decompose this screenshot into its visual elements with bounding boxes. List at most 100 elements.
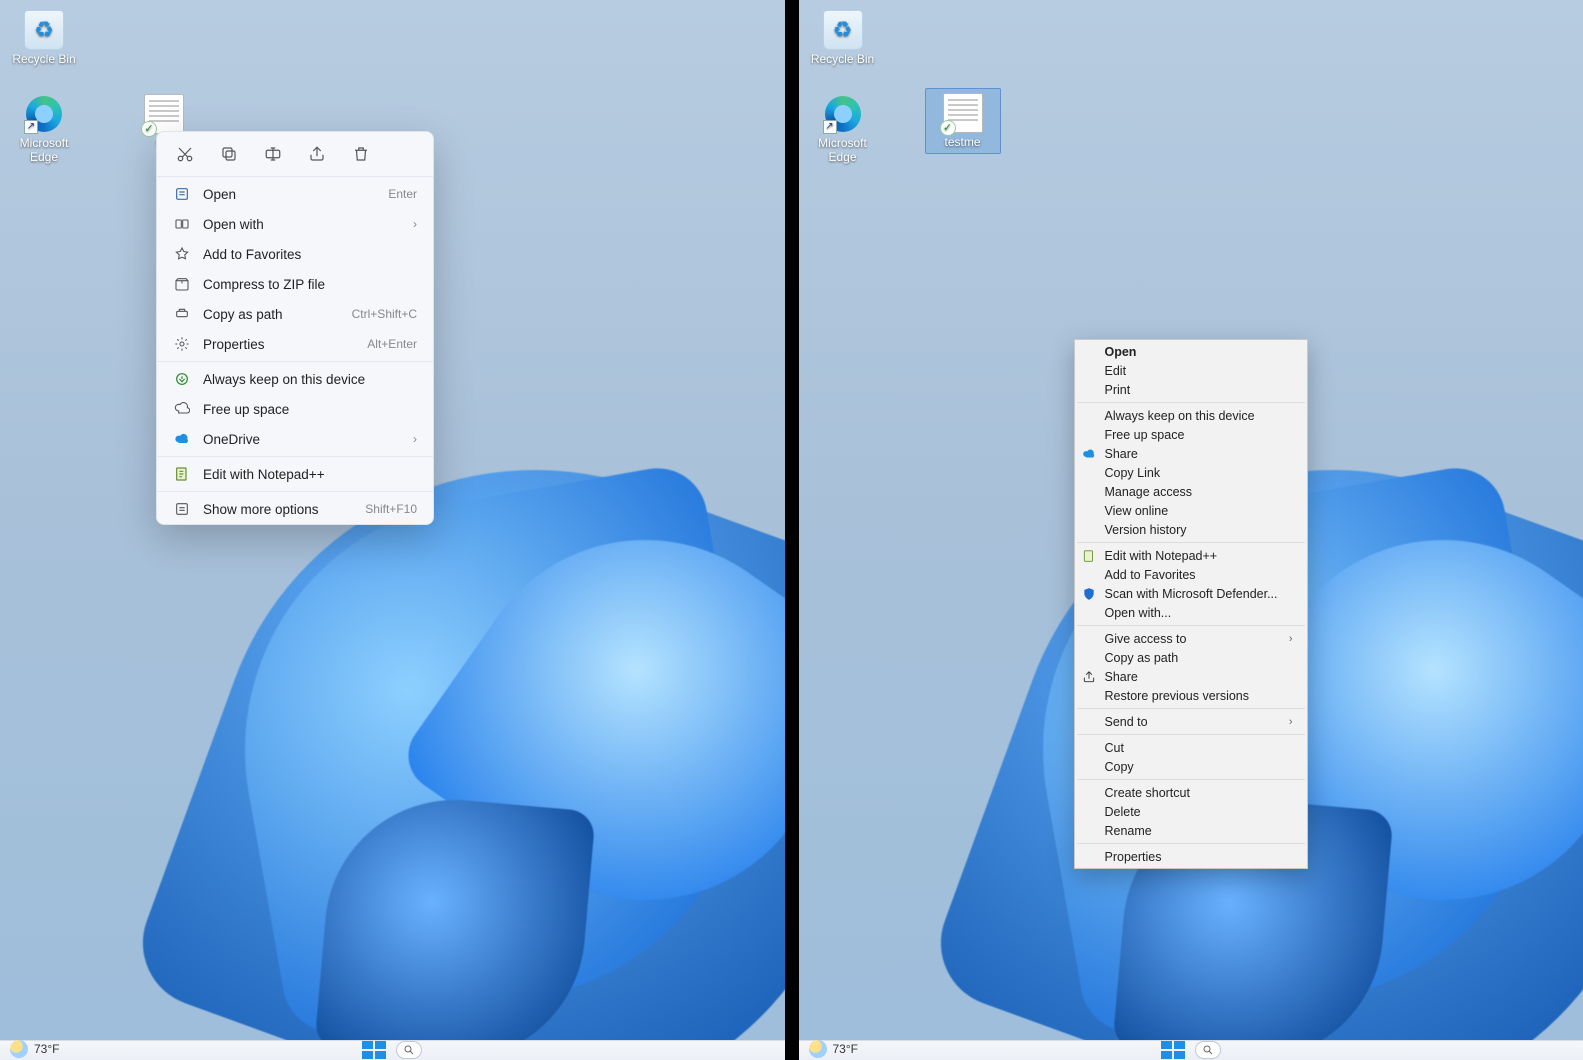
menu-item-open[interactable]: Open — [1075, 342, 1307, 361]
menu-item-notepadpp[interactable]: Edit with Notepad++ — [1075, 546, 1307, 565]
start-button[interactable] — [1161, 1041, 1185, 1059]
menu-item-label: Properties — [203, 337, 355, 352]
menu-item-restore[interactable]: Restore previous versions — [1075, 686, 1307, 705]
menu-separator — [1077, 402, 1305, 403]
menu-item-notepadpp[interactable]: Edit with Notepad++ — [157, 459, 433, 489]
menu-item-freeup[interactable]: Free up space — [1075, 425, 1307, 444]
desktop-icon-recycle-bin[interactable]: Recycle Bin — [6, 6, 82, 70]
more-icon — [173, 500, 191, 518]
menu-item-properties[interactable]: Properties Alt+Enter — [157, 329, 433, 359]
menu-item-accel: Ctrl+Shift+C — [352, 307, 417, 321]
menu-item-properties[interactable]: Properties — [1075, 847, 1307, 866]
menu-item-zip[interactable]: Compress to ZIP file — [157, 269, 433, 299]
menu-item-freeup[interactable]: Free up space — [157, 394, 433, 424]
recycle-bin-icon — [24, 10, 64, 50]
share-icon[interactable] — [305, 142, 329, 166]
menu-item-label: Delete — [1105, 805, 1141, 819]
menu-item-label: Rename — [1105, 824, 1152, 838]
menu-item-copylink[interactable]: Copy Link — [1075, 463, 1307, 482]
weather-widget[interactable]: 73°F — [10, 1040, 59, 1058]
shield-icon — [1081, 586, 1097, 602]
search-button[interactable] — [1195, 1041, 1221, 1059]
icon-label: Recycle Bin — [6, 52, 82, 70]
menu-item-label: Show more options — [203, 502, 353, 517]
start-button[interactable] — [362, 1041, 386, 1059]
share-icon — [1081, 669, 1097, 685]
menu-item-rename[interactable]: Rename — [1075, 821, 1307, 840]
menu-item-keepdevice[interactable]: Always keep on this device — [157, 364, 433, 394]
menu-separator — [1077, 708, 1305, 709]
copypath-icon — [173, 305, 191, 323]
menu-item-defender[interactable]: Scan with Microsoft Defender... — [1075, 584, 1307, 603]
chevron-right-icon: › — [1289, 633, 1293, 645]
menu-item-print[interactable]: Print — [1075, 380, 1307, 399]
menu-item-openwith[interactable]: Open with› — [157, 209, 433, 239]
cut-icon[interactable] — [173, 142, 197, 166]
onedrive-icon — [1081, 446, 1097, 462]
left-desktop[interactable]: Recycle Bin ↗ Microsoft Edge ✓ tes — [0, 0, 785, 1060]
menu-item-accel: Enter — [388, 187, 417, 201]
notepad-icon — [1081, 548, 1097, 564]
menu-item-label: Copy — [1105, 760, 1134, 774]
menu-item-label: OneDrive — [203, 432, 401, 447]
icon-label: Microsoft Edge — [805, 136, 881, 168]
menu-item-label: Edit — [1105, 364, 1127, 378]
menu-separator — [1077, 843, 1305, 844]
menu-item-open[interactable]: OpenEnter — [157, 179, 433, 209]
right-desktop[interactable]: Recycle Bin ↗ Microsoft Edge ✓ testme Op… — [799, 0, 1583, 1060]
weather-temp: 73°F — [34, 1042, 59, 1056]
menu-item-copy[interactable]: Copy — [1075, 757, 1307, 776]
desktop-icon-recycle-bin[interactable]: Recycle Bin — [805, 6, 881, 70]
text-file-icon: ✓ — [144, 94, 184, 134]
menu-item-share2[interactable]: Share — [1075, 667, 1307, 686]
menu-item-copypath[interactable]: Copy as pathCtrl+Shift+C — [157, 299, 433, 329]
desktop-icon-file-testme[interactable]: ✓ testme — [925, 88, 1001, 154]
menu-item-label: Manage access — [1105, 485, 1193, 499]
menu-item-giveaccess[interactable]: Give access to› — [1075, 629, 1307, 648]
menu-separator — [1077, 734, 1305, 735]
copy-icon[interactable] — [217, 142, 241, 166]
zip-icon — [173, 275, 191, 293]
taskbar[interactable]: 73°F — [0, 1040, 785, 1060]
menu-item-addfav[interactable]: Add to Favorites — [1075, 565, 1307, 584]
rename-icon[interactable] — [261, 142, 285, 166]
menu-item-version[interactable]: Version history — [1075, 520, 1307, 539]
menu-item-favorites[interactable]: Add to Favorites — [157, 239, 433, 269]
menu-item-sendto[interactable]: Send to› — [1075, 712, 1307, 731]
delete-icon[interactable] — [349, 142, 373, 166]
menu-item-label: Send to — [1105, 715, 1148, 729]
menu-item-label: Free up space — [203, 402, 417, 417]
menu-item-accel: Alt+Enter — [367, 337, 417, 351]
menu-item-label: Edit with Notepad++ — [203, 467, 417, 482]
menu-item-openwith[interactable]: Open with... — [1075, 603, 1307, 622]
menu-item-copypath[interactable]: Copy as path — [1075, 648, 1307, 667]
menu-item-more[interactable]: Show more options Shift+F10 — [157, 494, 433, 524]
desktop-icon-edge[interactable]: ↗ Microsoft Edge — [805, 90, 881, 168]
menu-item-share1[interactable]: Share — [1075, 444, 1307, 463]
search-icon — [403, 1044, 415, 1056]
menu-item-label: Scan with Microsoft Defender... — [1105, 587, 1278, 601]
menu-item-cut[interactable]: Cut — [1075, 738, 1307, 757]
menu-item-onedrive[interactable]: OneDrive › — [157, 424, 433, 454]
menu-separator — [1077, 625, 1305, 626]
taskbar[interactable]: 73°F — [799, 1040, 1583, 1060]
menu-item-label: Create shortcut — [1105, 786, 1190, 800]
menu-item-accel: Shift+F10 — [365, 502, 417, 516]
menu-item-label: Share — [1105, 447, 1138, 461]
menu-item-delete[interactable]: Delete — [1075, 802, 1307, 821]
chevron-right-icon: › — [413, 432, 417, 446]
menu-item-label: Always keep on this device — [1105, 409, 1255, 423]
menu-item-access[interactable]: Manage access — [1075, 482, 1307, 501]
menu-item-viewonline[interactable]: View online — [1075, 501, 1307, 520]
desktop-icon-edge[interactable]: ↗ Microsoft Edge — [6, 90, 82, 168]
text-file-icon: ✓ — [943, 93, 983, 133]
menu-item-label: Restore previous versions — [1105, 689, 1250, 703]
menu-item-label: Always keep on this device — [203, 372, 417, 387]
menu-item-label: Open — [1105, 345, 1137, 359]
menu-item-keepdevice[interactable]: Always keep on this device — [1075, 406, 1307, 425]
menu-item-shortcut[interactable]: Create shortcut — [1075, 783, 1307, 802]
search-button[interactable] — [396, 1041, 422, 1059]
menu-item-edit[interactable]: Edit — [1075, 361, 1307, 380]
menu-item-label: Add to Favorites — [1105, 568, 1196, 582]
weather-widget[interactable]: 73°F — [809, 1040, 858, 1058]
